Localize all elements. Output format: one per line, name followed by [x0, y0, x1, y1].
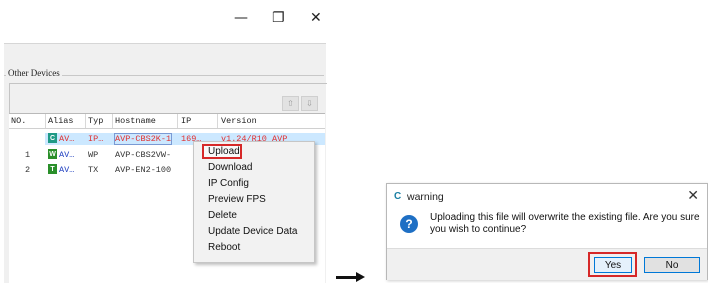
menu-item-delete[interactable]: Delete: [208, 210, 237, 221]
row-type: IP…: [88, 134, 104, 144]
dialog-message: Uploading this file will overwrite the e…: [430, 212, 700, 235]
type-badge: W: [48, 149, 57, 159]
close-icon[interactable]: ✕: [687, 188, 699, 204]
column-divider: [45, 114, 46, 128]
arrow-down-icon[interactable]: ⇩: [301, 96, 318, 111]
header-ip[interactable]: IP: [181, 116, 191, 126]
row-type: WP: [88, 150, 99, 160]
menu-item-preview-fps[interactable]: Preview FPS: [208, 194, 266, 205]
row-hostname: AVP-EN2-100: [115, 165, 172, 175]
dialog-title: warning: [407, 191, 444, 203]
warning-dialog: C warning ✕ ? Uploading this file will o…: [386, 183, 708, 280]
type-badge: C: [48, 133, 57, 143]
menu-item-reboot[interactable]: Reboot: [208, 242, 240, 253]
arrow-up-icon[interactable]: ⇧: [282, 96, 299, 111]
header-version[interactable]: Version: [221, 116, 257, 126]
yes-button[interactable]: Yes: [594, 257, 632, 273]
dialog-body: ? Uploading this file will overwrite the…: [387, 208, 707, 248]
row-hostname[interactable]: AVP-CBS2K-1: [114, 133, 173, 145]
row-version: v1.24/R10 AVP: [221, 134, 288, 144]
row-alias: AV…: [59, 165, 75, 175]
arrow-right-icon: [336, 276, 358, 279]
menu-item-update-device-data[interactable]: Update Device Data: [208, 226, 298, 237]
row-no: 1: [25, 150, 31, 160]
column-divider: [85, 114, 86, 128]
row-alias: AV…: [59, 134, 75, 144]
header-alias[interactable]: Alias: [48, 116, 74, 126]
column-divider: [177, 114, 178, 128]
row-no: 2: [25, 165, 31, 175]
row-alias: AV…: [59, 150, 75, 160]
dialog-footer: Yes No: [387, 248, 707, 280]
column-divider: [217, 114, 218, 128]
header-hostname[interactable]: Hostname: [115, 116, 156, 126]
close-icon[interactable]: ✕: [310, 10, 322, 26]
row-hostname: AVP-CBS2VW-: [115, 150, 172, 160]
no-button[interactable]: No: [644, 257, 700, 273]
menu-item-ip-config[interactable]: IP Config: [208, 178, 249, 189]
context-menu: Upload Download IP Config Preview FPS De…: [193, 141, 315, 263]
arrow-head-icon: [356, 272, 365, 282]
minimize-icon[interactable]: —: [234, 10, 248, 26]
list-header: NO. Alias Typ Hostname IP Version: [9, 114, 325, 129]
row-ip: 169…: [181, 134, 202, 144]
type-badge: T: [48, 164, 57, 174]
menu-item-download[interactable]: Download: [208, 162, 252, 173]
column-divider: [112, 114, 113, 128]
maximize-icon[interactable]: ❐: [272, 10, 285, 26]
window-controls: — ❐ ✕: [230, 10, 340, 30]
question-icon: ?: [400, 215, 418, 233]
header-type[interactable]: Typ: [88, 116, 103, 126]
menu-item-upload[interactable]: Upload: [208, 146, 240, 157]
group-title: Other Devices: [6, 68, 62, 78]
header-no[interactable]: NO.: [11, 116, 26, 126]
app-logo-icon: C: [394, 191, 402, 202]
table-row[interactable]: C C AV… IP… AVP-CBS2K-1 169… v1.24/R10 A…: [9, 133, 325, 145]
row-type: TX: [88, 165, 99, 175]
